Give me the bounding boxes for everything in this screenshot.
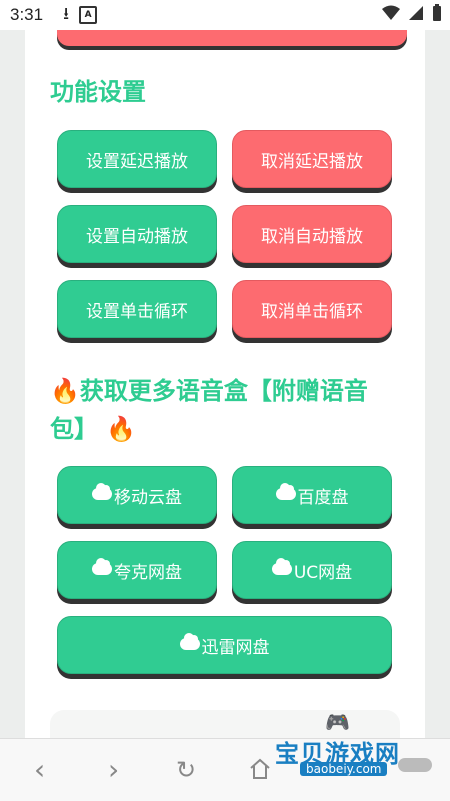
cancel-auto-play-button[interactable]: 取消自动播放 [232, 205, 392, 263]
download-icon: ⭳ [63, 3, 70, 24]
cancel-delay-play-label: 取消延迟播放 [261, 151, 363, 172]
quark-pan-label: 夸克网盘 [114, 562, 182, 583]
cancel-auto-play-label: 取消自动播放 [261, 226, 363, 247]
mobile-cloud-label: 移动云盘 [114, 487, 182, 508]
xunlei-pan-button[interactable]: 迅雷网盘 [57, 616, 392, 674]
cloud-icon [275, 483, 296, 500]
baidu-pan-label: 百度盘 [297, 487, 349, 508]
top-red-button[interactable] [57, 30, 407, 46]
set-auto-play-button[interactable]: 设置自动播放 [57, 205, 217, 263]
forward-icon[interactable]: › [108, 753, 119, 786]
battery-icon [432, 3, 442, 27]
get-more-title: 🔥获取更多语音盒【附赠语音包】 🔥 [50, 372, 400, 448]
cloud-icon [271, 558, 292, 575]
signal-icon [408, 5, 424, 26]
status-bar: 3:31 ⭳ A [0, 0, 450, 30]
cancel-delay-play-button[interactable]: 取消延迟播放 [232, 130, 392, 188]
cloud-icon [92, 558, 112, 575]
back-icon[interactable]: ‹ [34, 753, 45, 786]
fire-icon: 🔥 [50, 377, 80, 405]
cloud-icon [92, 483, 112, 500]
function-settings-title: 功能设置 [50, 78, 146, 106]
refresh-icon[interactable]: ↻ [176, 756, 196, 784]
app-icon: A [79, 6, 98, 24]
cancel-single-loop-button[interactable]: 取消单击循环 [232, 280, 392, 338]
uc-pan-label: UC网盘 [293, 562, 353, 583]
set-delay-play-label: 设置延迟播放 [86, 151, 188, 172]
set-auto-play-label: 设置自动播放 [86, 226, 188, 247]
cloud-icon [179, 633, 200, 650]
status-time: 3:31 [10, 5, 44, 24]
fire-icon: 🔥 [106, 415, 137, 443]
system-icons [382, 3, 442, 27]
cancel-single-loop-label: 取消单击循环 [261, 301, 363, 322]
notification-icons: ⭳ A [63, 1, 98, 30]
watermark-logo: 🎮 宝贝游戏网 baobeiy.com [275, 710, 425, 782]
wifi-icon [382, 5, 400, 26]
set-single-loop-button[interactable]: 设置单击循环 [57, 280, 217, 338]
xunlei-pan-label: 迅雷网盘 [201, 637, 270, 658]
home-icon[interactable] [248, 755, 272, 788]
watermark-url: baobeiy.com [300, 762, 388, 776]
set-delay-play-button[interactable]: 设置延迟播放 [57, 130, 217, 188]
mobile-cloud-button[interactable]: 移动云盘 [57, 466, 217, 524]
gamepad-icon: 🎮 [325, 710, 350, 734]
set-single-loop-label: 设置单击循环 [86, 301, 188, 322]
uc-pan-button[interactable]: UC网盘 [232, 541, 392, 599]
quark-pan-button[interactable]: 夸克网盘 [57, 541, 217, 599]
baidu-pan-button[interactable]: 百度盘 [232, 466, 392, 524]
get-more-title-text: 获取更多语音盒【附赠语音包】 [50, 377, 368, 443]
